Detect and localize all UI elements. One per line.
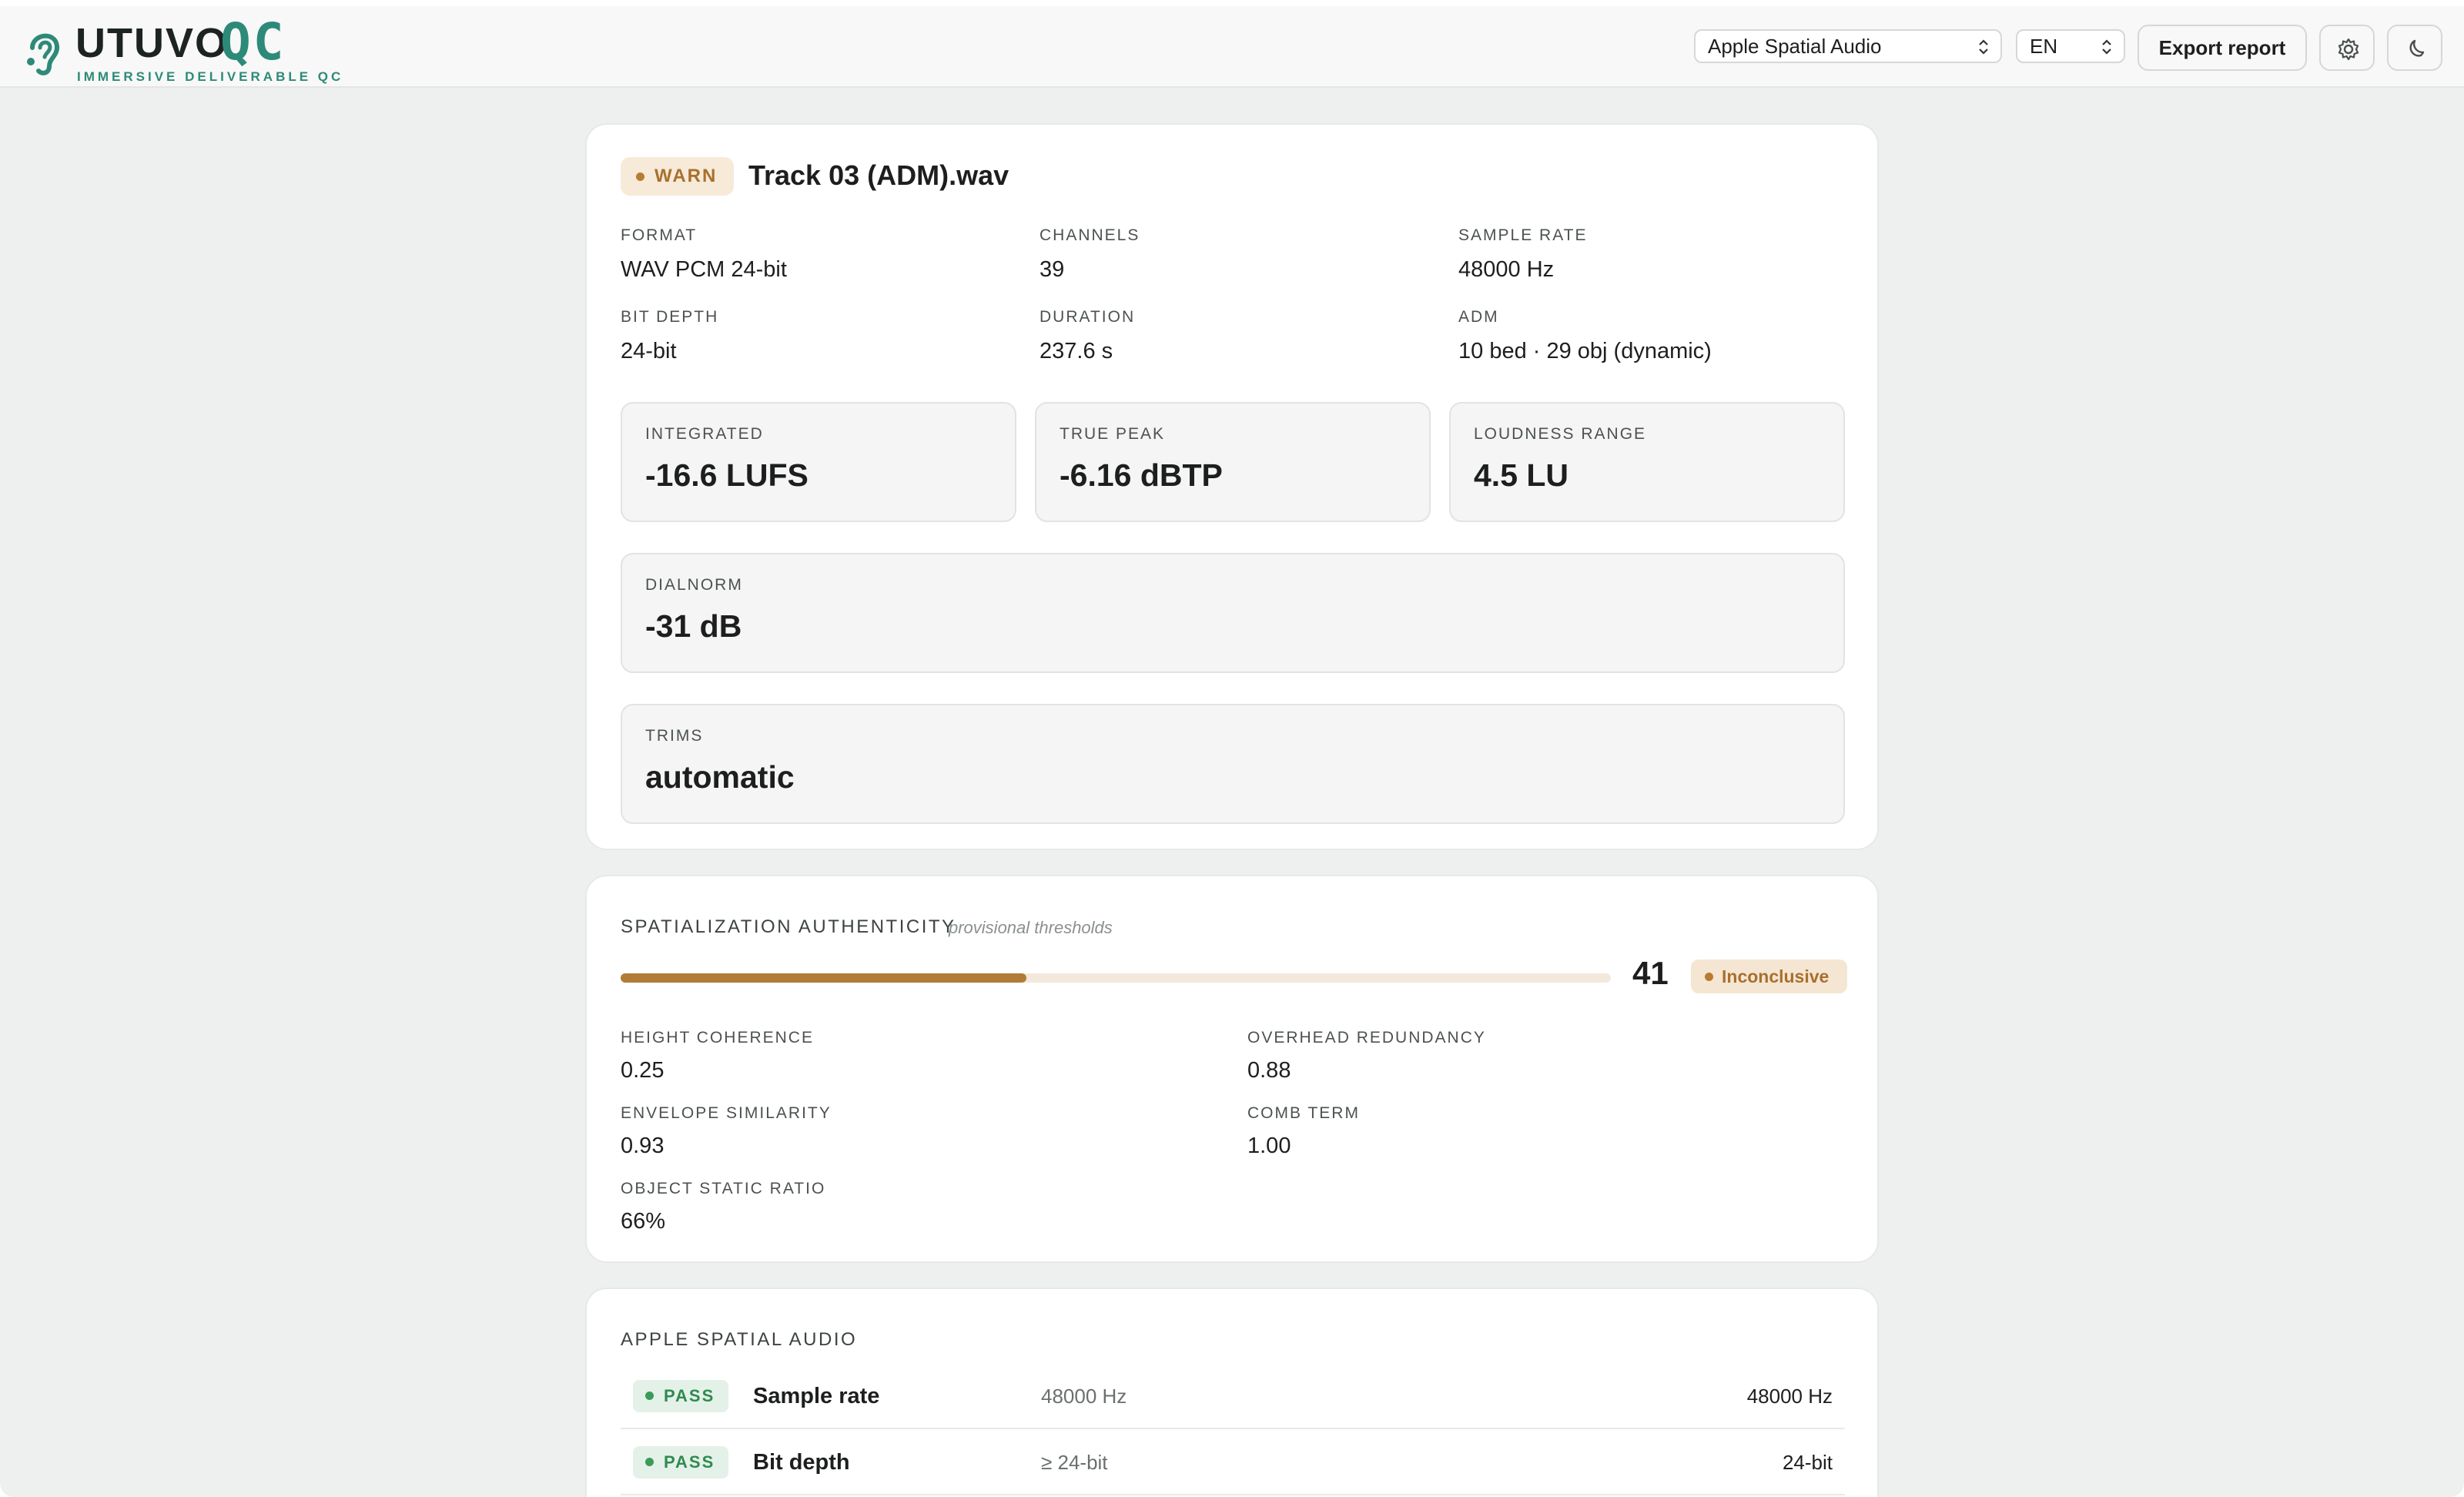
export-report-button[interactable]: Export report [2138, 25, 2307, 71]
section-title: APPLE SPATIAL AUDIO [621, 1329, 858, 1350]
authenticity-bar [621, 973, 1611, 983]
moon-icon [2409, 39, 2425, 57]
metric-label: OBJECT STATIC RATIO [621, 1180, 826, 1197]
verdict-label: Inconclusive [1722, 966, 1830, 986]
profile-select[interactable]: Apple Spatial Audio [1694, 29, 2002, 63]
section-title: SPATIALIZATION AUTHENTICITY [621, 916, 956, 937]
metric-true-peak: TRUE PEAK -6.16 dBTP [1035, 402, 1431, 522]
file-name: Track 03 (ADM).wav [748, 159, 1009, 191]
check-row: PASS Sample rate 48000 Hz 48000 Hz [621, 1363, 1845, 1429]
metric-label: INTEGRATED [645, 425, 764, 443]
check-requirement: ≥ 24-bit [1041, 1451, 1108, 1474]
ear-icon [27, 33, 60, 75]
metric-value: automatic [645, 759, 795, 795]
pass-badge: PASS [633, 1446, 729, 1479]
verdict-dot [1705, 973, 1713, 981]
metric-label: OVERHEAD REDUNDANCY [1247, 1029, 1486, 1047]
logo-qc: QC [220, 12, 286, 72]
profile-select-value: Apple Spatial Audio [1708, 35, 1882, 58]
metric-value: 0.88 [1247, 1058, 1291, 1083]
check-name: Bit depth [753, 1450, 850, 1475]
pass-badge-label: PASS [664, 1452, 715, 1472]
pass-badge-label: PASS [664, 1386, 715, 1405]
verdict-badge: Inconclusive [1691, 959, 1848, 993]
metric-integrated: INTEGRATED -16.6 LUFS [621, 402, 1016, 522]
field-label: DURATION [1040, 308, 1136, 326]
field-label: FORMAT [621, 226, 698, 244]
language-select[interactable]: EN [2016, 29, 2125, 63]
file-summary-card: WARN Track 03 (ADM).wav FORMAT WAV PCM 2… [585, 123, 1879, 850]
gear-icon [2338, 38, 2359, 61]
metric-label: TRIMS [645, 727, 704, 745]
check-actual: 24-bit [1782, 1451, 1833, 1474]
status-badge-label: WARN [654, 166, 718, 186]
metric-loudness-range: LOUDNESS RANGE 4.5 LU [1449, 402, 1845, 522]
pass-badge: PASS [633, 1380, 729, 1412]
metric-value: 4.5 LU [1474, 457, 1569, 493]
metric-value: 0.25 [621, 1058, 665, 1083]
metric-value: 66% [621, 1209, 666, 1234]
field-value: WAV PCM 24-bit [621, 257, 787, 282]
checks-card: APPLE SPATIAL AUDIO PASS Sample rate 480… [585, 1288, 1879, 1497]
check-row: PASS Bit depth ≥ 24-bit 24-bit [621, 1429, 1845, 1495]
field-value: 39 [1040, 257, 1065, 282]
language-select-value: EN [2030, 35, 2058, 58]
metric-label: COMB TERM [1247, 1104, 1360, 1122]
logo-tagline: IMMERSIVE DELIVERABLE QC [77, 69, 344, 84]
authenticity-bar-fill [621, 973, 1027, 983]
metric-label: DIALNORM [645, 576, 743, 594]
field-label: BIT DEPTH [621, 308, 719, 326]
metric-value: 0.93 [621, 1134, 665, 1158]
pass-dot [645, 1392, 654, 1400]
field-value: 48000 Hz [1458, 257, 1555, 282]
check-actual: 48000 Hz [1746, 1385, 1833, 1408]
metric-trims: TRIMS automatic [621, 704, 1845, 824]
metric-dialnorm: DIALNORM -31 dB [621, 553, 1845, 673]
metric-label: ENVELOPE SIMILARITY [621, 1104, 832, 1122]
top-bar: UTUVO QC IMMERSIVE DELIVERABLE QC Apple … [0, 6, 2464, 88]
metric-label: HEIGHT COHERENCE [621, 1029, 814, 1047]
check-name: Sample rate [753, 1384, 880, 1408]
field-value: 237.6 s [1040, 339, 1113, 363]
spatialization-card: SPATIALIZATION AUTHENTICITY provisional … [585, 875, 1879, 1263]
app-window: UTUVO QC IMMERSIVE DELIVERABLE QC Apple … [0, 6, 2464, 1497]
metric-label: TRUE PEAK [1060, 425, 1166, 443]
field-label: ADM [1458, 308, 1499, 326]
status-badge: WARN [621, 157, 735, 196]
field-label: CHANNELS [1040, 226, 1140, 244]
check-requirement: 48000 Hz [1041, 1385, 1127, 1408]
logo-wordmark: UTUVO [75, 20, 229, 66]
status-dot [636, 172, 644, 181]
metric-label: LOUDNESS RANGE [1474, 425, 1647, 443]
authenticity-score: 41 [1632, 955, 1669, 991]
chevron-updown-icon [2102, 39, 2111, 55]
pass-dot [645, 1458, 654, 1466]
section-note: provisional thresholds [949, 918, 1113, 937]
settings-button[interactable] [2319, 25, 2375, 71]
field-value: 24-bit [621, 339, 677, 363]
chevron-updown-icon [1979, 39, 1988, 55]
metric-value: 1.00 [1247, 1134, 1291, 1158]
theme-toggle-button[interactable] [2387, 25, 2442, 71]
metric-value: -6.16 dBTP [1060, 457, 1223, 493]
field-label: SAMPLE RATE [1458, 226, 1588, 244]
metric-value: -31 dB [645, 608, 742, 644]
field-value: 10 bed · 29 obj (dynamic) [1458, 339, 1712, 363]
metric-value: -16.6 LUFS [645, 457, 808, 493]
